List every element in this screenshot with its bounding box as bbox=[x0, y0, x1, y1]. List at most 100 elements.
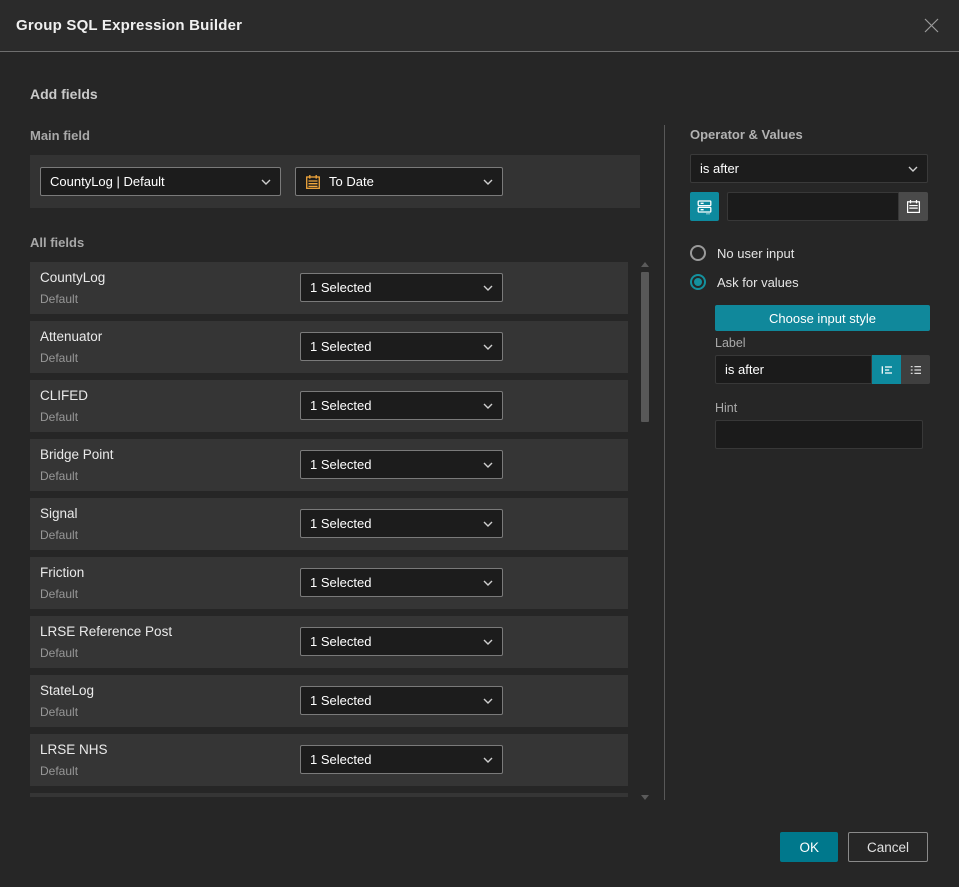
list-item: Attenuator Default 1 Selected bbox=[30, 321, 628, 373]
multiple-values-button[interactable] bbox=[690, 192, 719, 221]
chevron-down-icon bbox=[483, 179, 493, 185]
selected-count: 1 Selected bbox=[310, 516, 372, 531]
radio-label: Ask for values bbox=[717, 274, 799, 290]
list-item: Friction Default 1 Selected bbox=[30, 557, 628, 609]
single-line-style-button[interactable] bbox=[872, 355, 901, 384]
chevron-down-icon bbox=[483, 757, 493, 763]
group-sql-expression-builder-dialog: Group SQL Expression Builder Add fields … bbox=[0, 0, 959, 887]
value-input[interactable] bbox=[727, 192, 899, 221]
dialog-header: Group SQL Expression Builder bbox=[0, 0, 959, 52]
main-field-select-value: CountyLog | Default bbox=[50, 174, 165, 189]
ok-button[interactable]: OK bbox=[780, 832, 838, 862]
field-subtitle: Default bbox=[40, 705, 79, 719]
field-subtitle: Default bbox=[40, 528, 79, 542]
chevron-down-icon bbox=[483, 285, 493, 291]
operator-values-heading: Operator & Values bbox=[690, 127, 803, 142]
chevron-down-icon bbox=[483, 403, 493, 409]
hint-field-label: Hint bbox=[715, 401, 738, 415]
field-name: CLIFED bbox=[40, 388, 89, 403]
value-input-row bbox=[690, 192, 928, 221]
selected-count: 1 Selected bbox=[310, 457, 372, 472]
hint-input[interactable] bbox=[715, 420, 923, 449]
all-fields-label: All fields bbox=[30, 235, 85, 250]
field-selected-dropdown[interactable]: 1 Selected bbox=[300, 509, 503, 538]
field-selected-dropdown[interactable]: 1 Selected bbox=[300, 332, 503, 361]
field-selected-dropdown[interactable]: 1 Selected bbox=[300, 627, 503, 656]
main-field-select[interactable]: CountyLog | Default bbox=[40, 167, 281, 196]
field-name: CountyLog bbox=[40, 270, 106, 285]
radio-ask-for-values[interactable]: Ask for values bbox=[690, 274, 799, 290]
list-item-partial bbox=[30, 793, 628, 797]
main-field-label: Main field bbox=[30, 128, 90, 143]
list-style-button[interactable] bbox=[901, 355, 930, 384]
operator-select[interactable]: is after bbox=[690, 154, 928, 183]
label-input[interactable] bbox=[715, 355, 872, 384]
radio-circle-selected-icon[interactable] bbox=[690, 274, 706, 290]
chevron-down-icon bbox=[483, 521, 493, 527]
field-selected-dropdown[interactable]: 1 Selected bbox=[300, 391, 503, 420]
field-name: Bridge Point bbox=[40, 447, 114, 462]
label-input-row bbox=[715, 355, 930, 384]
selected-count: 1 Selected bbox=[310, 280, 372, 295]
list-item: Signal Default 1 Selected bbox=[30, 498, 628, 550]
list-item: StateLog Default 1 Selected bbox=[30, 675, 628, 727]
calendar-icon bbox=[305, 174, 321, 190]
list-scrollbar[interactable] bbox=[641, 262, 649, 800]
chevron-down-icon bbox=[483, 580, 493, 586]
field-subtitle: Default bbox=[40, 469, 79, 483]
selected-count: 1 Selected bbox=[310, 634, 372, 649]
chevron-down-icon bbox=[261, 179, 271, 185]
main-field-panel: CountyLog | Default To Date bbox=[30, 155, 640, 208]
chevron-down-icon bbox=[483, 344, 493, 350]
dialog-footer: OK Cancel bbox=[780, 832, 928, 862]
list-item: LRSE Reference Post Default 1 Selected bbox=[30, 616, 628, 668]
selected-count: 1 Selected bbox=[310, 398, 372, 413]
field-name: LRSE Reference Post bbox=[40, 624, 173, 639]
field-subtitle: Default bbox=[40, 292, 79, 306]
list-item: LRSE NHS Default 1 Selected bbox=[30, 734, 628, 786]
list-item: CountyLog Default 1 Selected bbox=[30, 262, 628, 314]
main-field-date-select-value: To Date bbox=[329, 174, 374, 189]
main-field-date-select[interactable]: To Date bbox=[295, 167, 503, 196]
field-subtitle: Default bbox=[40, 351, 79, 365]
selected-count: 1 Selected bbox=[310, 752, 372, 767]
selected-count: 1 Selected bbox=[310, 693, 372, 708]
field-selected-dropdown[interactable]: 1 Selected bbox=[300, 568, 503, 597]
field-selected-dropdown[interactable]: 1 Selected bbox=[300, 450, 503, 479]
scrollbar-thumb[interactable] bbox=[641, 272, 649, 422]
chevron-down-icon bbox=[908, 166, 918, 172]
selected-count: 1 Selected bbox=[310, 575, 372, 590]
field-name: Friction bbox=[40, 565, 85, 580]
choose-input-style-button[interactable]: Choose input style bbox=[715, 305, 930, 331]
field-subtitle: Default bbox=[40, 646, 79, 660]
list-item: Bridge Point Default 1 Selected bbox=[30, 439, 628, 491]
field-name: Signal bbox=[40, 506, 78, 521]
label-field-label: Label bbox=[715, 336, 746, 350]
chevron-down-icon bbox=[483, 639, 493, 645]
field-selected-dropdown[interactable]: 1 Selected bbox=[300, 745, 503, 774]
field-name: LRSE NHS bbox=[40, 742, 108, 757]
selected-count: 1 Selected bbox=[310, 339, 372, 354]
field-selected-dropdown[interactable]: 1 Selected bbox=[300, 273, 503, 302]
chevron-down-icon bbox=[483, 462, 493, 468]
field-name: StateLog bbox=[40, 683, 95, 698]
field-subtitle: Default bbox=[40, 587, 79, 601]
field-subtitle: Default bbox=[40, 410, 79, 424]
scroll-down-icon[interactable] bbox=[641, 795, 649, 800]
cancel-button[interactable]: Cancel bbox=[847, 832, 928, 862]
radio-circle-icon[interactable] bbox=[690, 245, 706, 261]
radio-label: No user input bbox=[717, 245, 795, 261]
list-item: CLIFED Default 1 Selected bbox=[30, 380, 628, 432]
scroll-up-icon[interactable] bbox=[641, 262, 649, 267]
add-fields-heading: Add fields bbox=[30, 86, 98, 102]
close-icon[interactable] bbox=[919, 14, 943, 38]
field-selected-dropdown[interactable]: 1 Selected bbox=[300, 686, 503, 715]
chevron-down-icon bbox=[483, 698, 493, 704]
field-name: Attenuator bbox=[40, 329, 103, 344]
date-picker-button[interactable] bbox=[899, 192, 928, 221]
radio-no-user-input[interactable]: No user input bbox=[690, 245, 794, 261]
field-subtitle: Default bbox=[40, 764, 79, 778]
all-fields-list: CountyLog Default 1 Selected Attenuator … bbox=[30, 262, 628, 798]
dialog-title: Group SQL Expression Builder bbox=[16, 17, 243, 34]
operator-select-value: is after bbox=[700, 161, 740, 176]
